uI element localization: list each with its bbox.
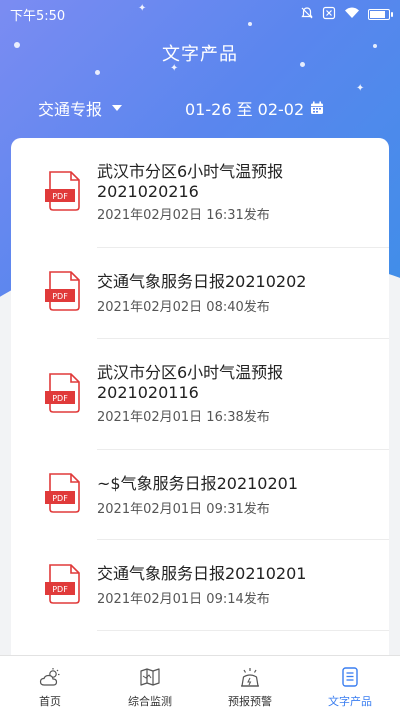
item-title: 武汉市分区6小时气温预报2021020216: [97, 162, 284, 201]
pdf-label: PDF: [52, 494, 68, 503]
item-title: 交通气象服务日报20210202: [97, 272, 307, 291]
pdf-icon: PDF: [45, 473, 80, 513]
list-item[interactable]: PDF 交通气象服务日报20210201 2021年02月01日 09:14发布: [11, 540, 389, 631]
product-type-dropdown[interactable]: 交通专报: [38, 96, 123, 120]
item-title: 武汉市分区6小时气温预报2021020116: [97, 363, 284, 402]
calendar-icon: [311, 101, 324, 114]
date-range-picker[interactable]: 01-26 至 02-02: [185, 96, 324, 120]
item-title: ~$气象服务日报20210201: [97, 474, 299, 493]
tab-label: 综合监测: [128, 695, 172, 708]
battery-icon: [368, 8, 393, 20]
date-range-text: 01-26 至 02-02: [185, 100, 305, 119]
list-item[interactable]: PDF ~$气象服务日报20210201 2021年02月01日 09:31发布: [11, 450, 389, 540]
item-title: 交通气象服务日报20210201: [97, 564, 307, 583]
pdf-icon: PDF: [45, 373, 80, 413]
item-time: 2021年02月01日 16:38发布: [97, 410, 270, 425]
tab-label: 文字产品: [328, 695, 372, 708]
status-time: 下午5:50: [10, 8, 66, 24]
pdf-label: PDF: [52, 394, 68, 403]
bell-off-icon: [300, 6, 314, 23]
list-item[interactable]: PDF 武汉市分区6小时气温预报2021020116 2021年02月01日 1…: [11, 339, 389, 450]
product-type-label: 交通专报: [38, 100, 103, 119]
status-bar: 下午5:50: [0, 0, 400, 28]
item-time: 2021年02月01日 09:14发布: [97, 592, 270, 607]
document-icon: [342, 667, 358, 687]
bottom-tab-bar: 首页 综合监测 预报预警 文字产品: [0, 655, 400, 711]
forecast-icon: [241, 668, 259, 687]
item-time: 2021年02月01日 09:31发布: [97, 502, 270, 517]
sim-x-icon: [322, 6, 336, 23]
list-item[interactable]: PDF 交通气象服务日报20210202 2021年02月02日 08:40发布: [11, 248, 389, 339]
filter-bar: 交通专报 01-26 至 02-02: [0, 93, 400, 121]
pdf-label: PDF: [52, 192, 68, 201]
pdf-label: PDF: [52, 585, 68, 594]
page-title: 文字产品: [162, 44, 238, 65]
pdf-icon: PDF: [45, 271, 80, 311]
pdf-icon: PDF: [45, 564, 80, 604]
tab-label: 首页: [39, 695, 61, 708]
tab-forecast[interactable]: 预报预警: [200, 656, 300, 711]
item-time: 2021年02月02日 16:31发布: [97, 208, 270, 223]
list-item[interactable]: PDF 武汉市分区6小时气温预报2021020216 2021年02月02日 1…: [11, 138, 389, 248]
pdf-label: PDF: [52, 292, 68, 301]
weather-icon: [39, 668, 60, 686]
tab-label: 预报预警: [228, 695, 272, 708]
item-time: 2021年02月02日 08:40发布: [97, 300, 270, 315]
tab-home[interactable]: 首页: [0, 656, 100, 711]
tab-monitoring[interactable]: 综合监测: [100, 656, 200, 711]
product-list: PDF 武汉市分区6小时气温预报2021020216 2021年02月02日 1…: [11, 138, 389, 660]
tab-text-products[interactable]: 文字产品: [300, 656, 400, 711]
map-icon: [140, 668, 160, 686]
chevron-down-icon: [112, 105, 123, 111]
wifi-icon: [344, 6, 360, 22]
pdf-icon: PDF: [45, 171, 80, 211]
